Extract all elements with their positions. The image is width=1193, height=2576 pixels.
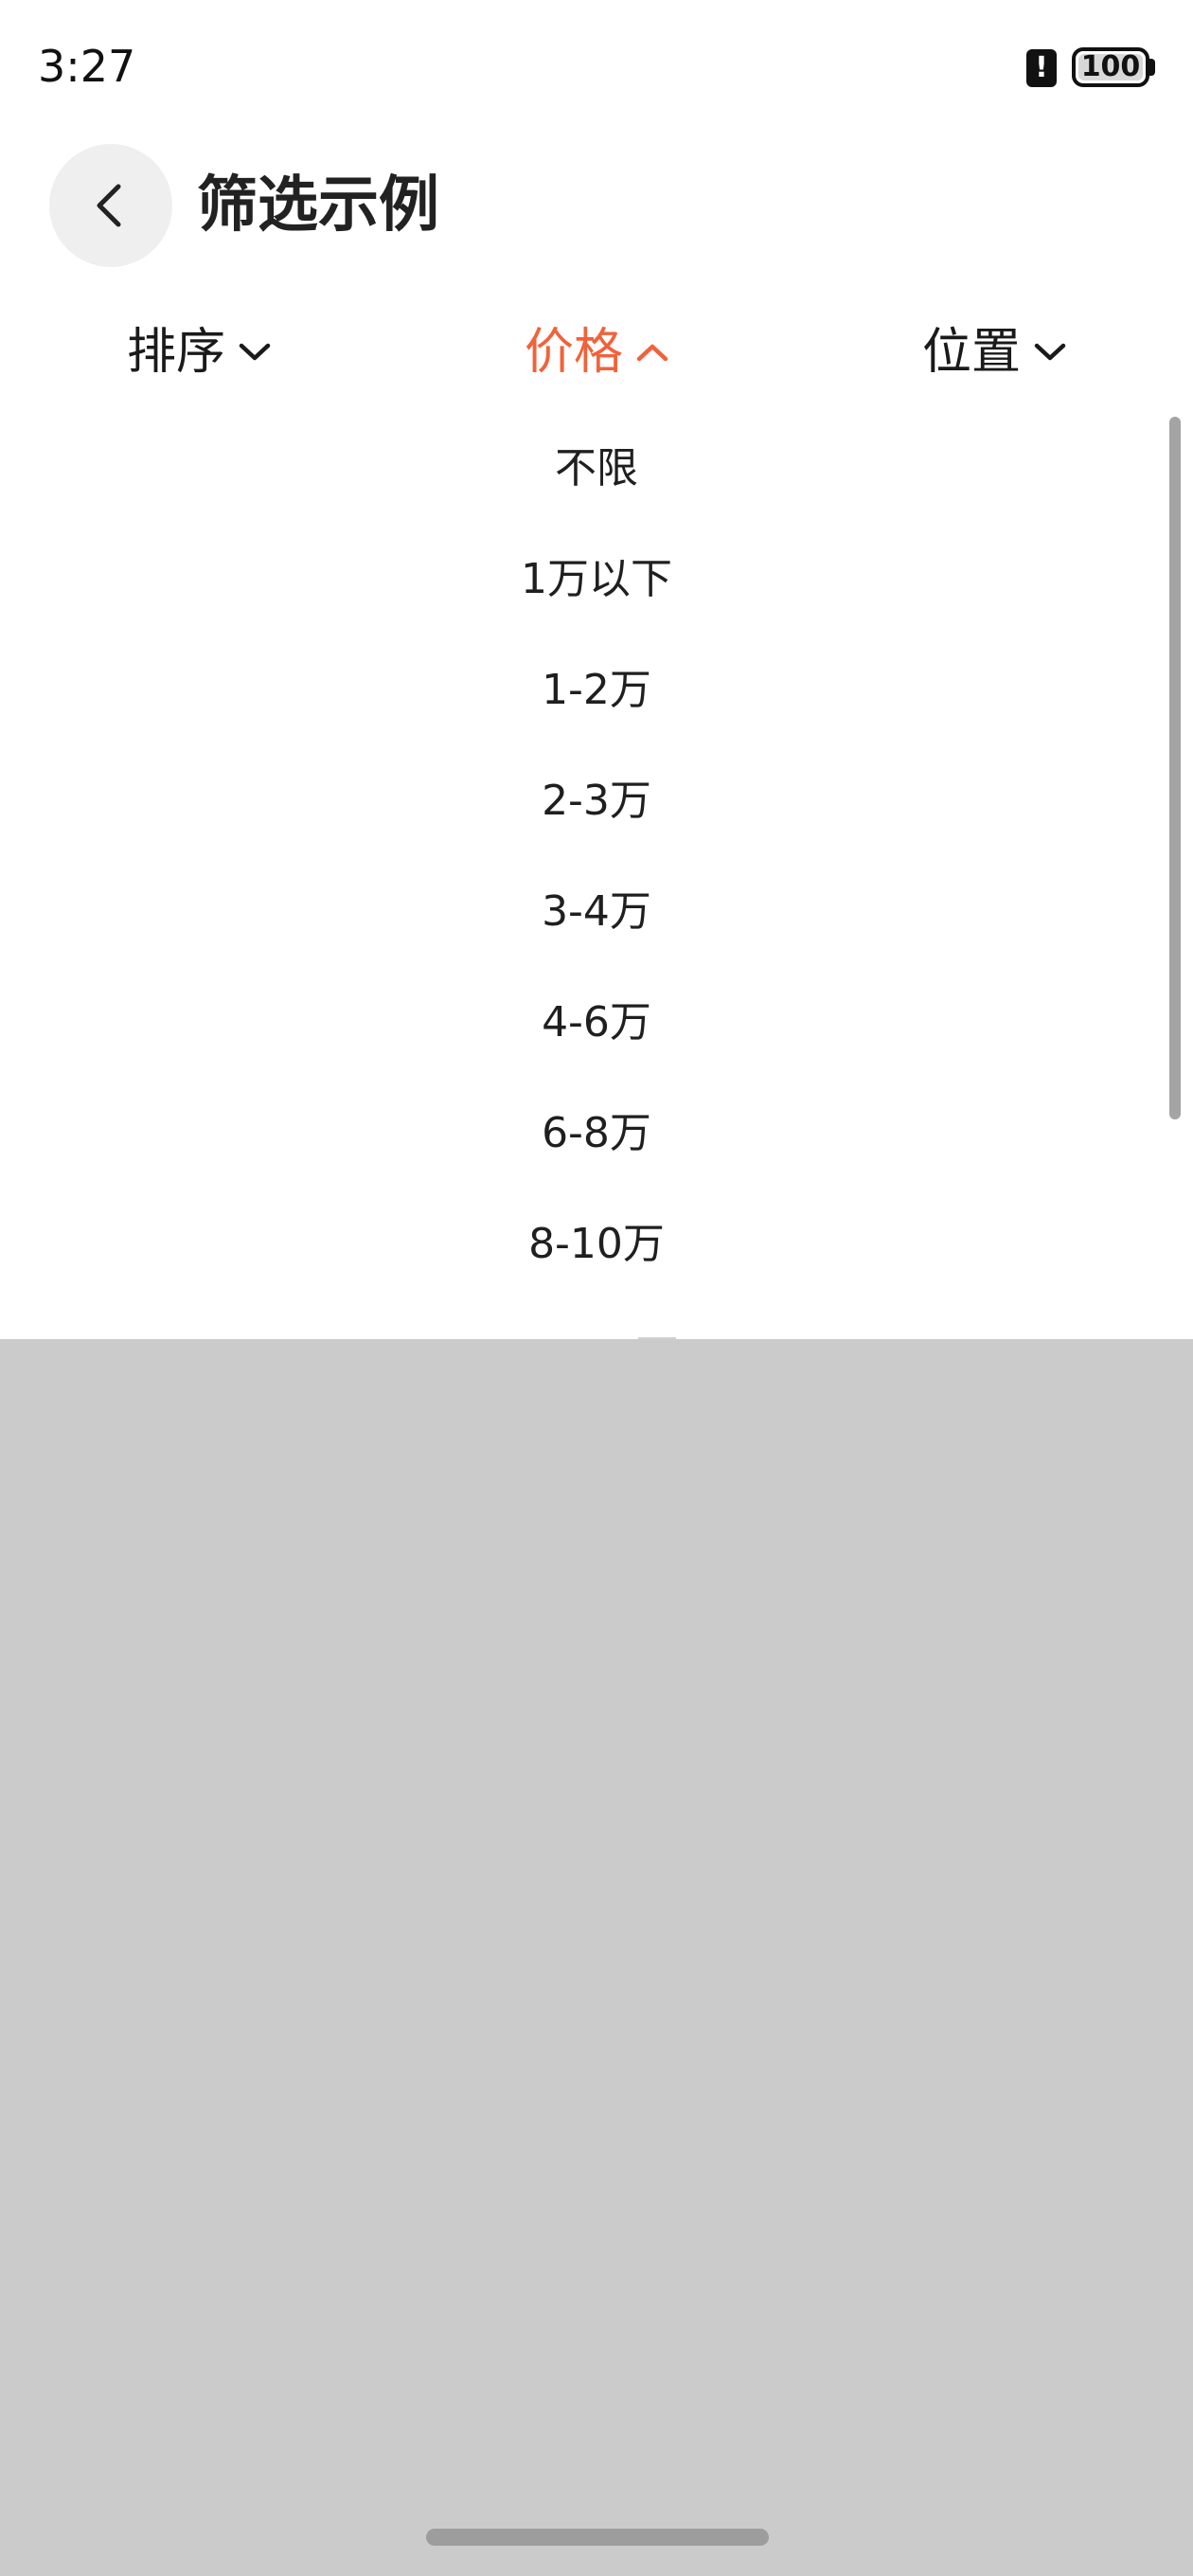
battery-cap (1149, 59, 1155, 76)
battery-percentage: 100 (1080, 50, 1141, 83)
status-bar: 3:27 ! 100 (0, 0, 1193, 133)
price-option-20k-30k[interactable]: 2-3万 (0, 745, 1193, 856)
tab-location[interactable]: 位置 (899, 305, 1089, 400)
chevron-down-icon (1034, 342, 1066, 363)
page-title: 筛选示例 (197, 170, 439, 241)
battery-icon: 100 (1072, 47, 1149, 87)
tab-location-label: 位置 (921, 324, 1021, 381)
price-option-under-10k[interactable]: 1万以下 (0, 524, 1193, 635)
tab-sort[interactable]: 排序 (104, 305, 294, 400)
tab-sort-label: 排序 (126, 324, 225, 381)
home-indicator[interactable] (426, 2529, 769, 2546)
dropdown-scrollbar[interactable] (1169, 417, 1181, 1119)
filter-tabs: 排序 价格 位置 (0, 305, 1193, 400)
tab-price[interactable]: 价格 (502, 305, 691, 400)
price-option-60k-80k[interactable]: 6-8万 (0, 1078, 1193, 1189)
price-option-40k-60k[interactable]: 4-6万 (0, 967, 1193, 1078)
chevron-down-icon (239, 342, 271, 363)
price-option-10k-20k[interactable]: 1-2万 (0, 635, 1193, 745)
notification-alert-icon: ! (1026, 49, 1057, 87)
back-button[interactable] (49, 144, 172, 267)
price-option-80k-100k[interactable]: 8-10万 (0, 1189, 1193, 1299)
chevron-left-icon (97, 184, 121, 227)
price-option-30k-40k[interactable]: 3-4万 (0, 856, 1193, 967)
chevron-up-icon (636, 342, 668, 363)
dim-overlay[interactable] (0, 1339, 1193, 2576)
price-dropdown[interactable]: 不限 1万以下 1-2万 2-3万 3-4万 4-6万 6-8万 8-10万 (0, 413, 1193, 1339)
tab-price-label: 价格 (524, 324, 623, 381)
status-time: 3:27 (38, 41, 136, 92)
price-option-unlimited[interactable]: 不限 (0, 413, 1193, 524)
